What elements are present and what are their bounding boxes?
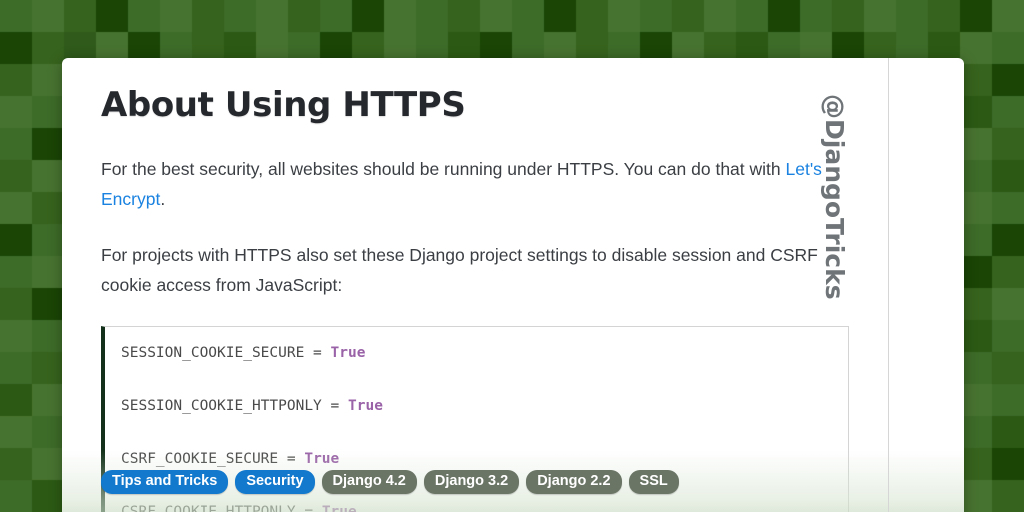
code-operator: = bbox=[295, 504, 322, 512]
tag-django-4-2[interactable]: Django 4.2 bbox=[321, 470, 417, 494]
sidebar-handle[interactable]: @DjangoTricks bbox=[820, 88, 964, 348]
code-line: CSRF_COOKIE_SECURE = True bbox=[121, 446, 832, 473]
tag-django-2-2[interactable]: Django 2.2 bbox=[526, 470, 622, 494]
page-title: About Using HTTPS bbox=[101, 85, 466, 125]
settings-paragraph: For projects with HTTPS also set these D… bbox=[101, 245, 818, 295]
tag-tips-and-tricks[interactable]: Tips and Tricks bbox=[101, 470, 229, 494]
code-keyword-value: True bbox=[348, 398, 383, 414]
tag-ssl[interactable]: SSL bbox=[628, 470, 679, 494]
article-card: About Using HTTPS For the best security,… bbox=[62, 58, 964, 512]
code-setting-name: CSRF_COOKIE_HTTPONLY bbox=[121, 504, 296, 512]
tag-list: Tips and Tricks Security Django 4.2 Django … bbox=[101, 470, 679, 494]
code-keyword-value: True bbox=[321, 504, 357, 512]
sidebar-handle-label: @DjangoTricks bbox=[820, 94, 850, 300]
code-setting-name: SESSION_COOKIE_HTTPONLY bbox=[121, 398, 322, 414]
code-line: CSRF_COOKIE_HTTPONLY = True bbox=[121, 499, 832, 512]
code-line: SESSION_COOKIE_HTTPONLY = True bbox=[121, 393, 832, 420]
code-line: SESSION_COOKIE_SECURE = True bbox=[121, 340, 832, 367]
intro-text-before-link: For the best security, all websites shou… bbox=[101, 159, 786, 179]
code-keyword-value: True bbox=[330, 345, 366, 361]
article-content: About Using HTTPS For the best security,… bbox=[62, 58, 888, 512]
tag-security[interactable]: Security bbox=[235, 470, 315, 494]
code-setting-name: CSRF_COOKIE_SECURE bbox=[121, 451, 279, 467]
code-operator: = bbox=[304, 345, 331, 361]
code-keyword-value: True bbox=[304, 451, 340, 467]
intro-paragraph: For the best security, all websites shou… bbox=[101, 154, 848, 214]
code-setting-name: SESSION_COOKIE_SECURE bbox=[121, 345, 305, 361]
code-operator: = bbox=[321, 398, 348, 414]
tag-django-3-2[interactable]: Django 3.2 bbox=[423, 470, 520, 494]
intro-text-after-link: . bbox=[160, 189, 166, 209]
sidebar: @DjangoTricks bbox=[820, 58, 964, 512]
code-operator: = bbox=[278, 451, 305, 467]
